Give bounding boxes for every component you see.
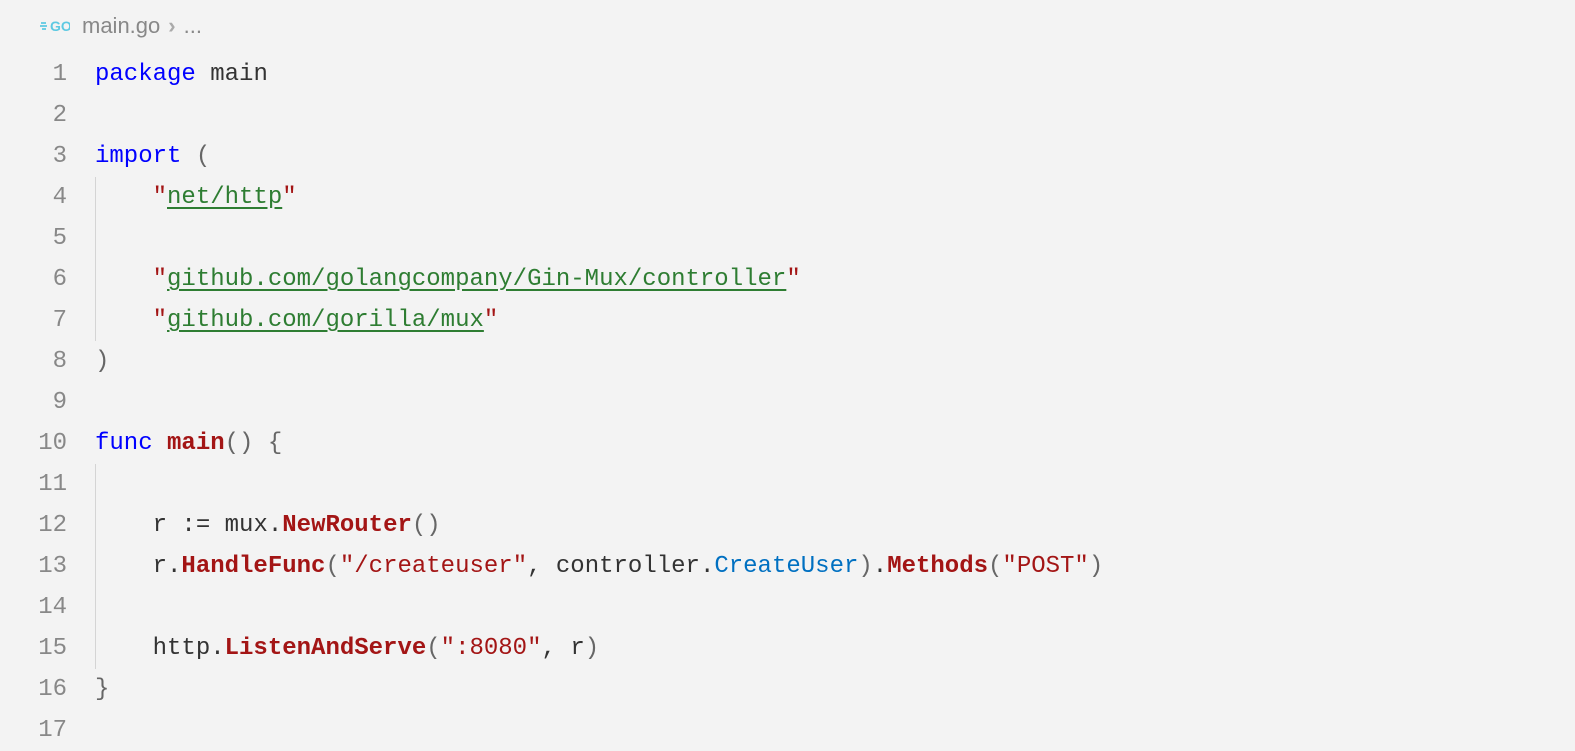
paren: () — [225, 430, 254, 457]
string-quote: " — [153, 184, 167, 211]
code-line[interactable]: r.HandleFunc("/createuser", controller.C… — [95, 546, 1575, 587]
line-number: 8 — [0, 341, 67, 382]
line-number: 14 — [0, 587, 67, 628]
code-line[interactable] — [95, 587, 1575, 628]
package-ref: controller — [556, 553, 700, 580]
code-editor[interactable]: 1234567891011121314151617 package main i… — [0, 54, 1575, 751]
code-line[interactable] — [95, 464, 1575, 505]
line-number: 4 — [0, 177, 67, 218]
code-line[interactable]: "github.com/gorilla/mux" — [95, 300, 1575, 341]
code-line[interactable]: http.ListenAndServe(":8080", r) — [95, 628, 1575, 669]
string-quote: " — [282, 184, 296, 211]
keyword: func — [95, 430, 153, 457]
brace: } — [95, 676, 109, 703]
line-number: 16 — [0, 669, 67, 710]
variable: r — [153, 553, 167, 580]
line-number: 3 — [0, 136, 67, 177]
variable: r — [153, 512, 167, 539]
code-line[interactable]: } — [95, 669, 1575, 710]
line-number-gutter: 1234567891011121314151617 — [0, 54, 95, 751]
code-line[interactable]: ) — [95, 341, 1575, 382]
code-line[interactable]: "github.com/golangcompany/Gin-Mux/contro… — [95, 259, 1575, 300]
string-literal: ":8080" — [441, 635, 542, 662]
svg-text:GO: GO — [50, 18, 70, 34]
paren: ( — [196, 143, 210, 170]
string-literal: "POST" — [1002, 553, 1088, 580]
variable: r — [570, 635, 584, 662]
function-name: main — [167, 430, 225, 457]
line-number: 9 — [0, 382, 67, 423]
code-line[interactable] — [95, 710, 1575, 751]
package-ref: mux — [225, 512, 268, 539]
line-number: 13 — [0, 546, 67, 587]
string-quote: " — [153, 307, 167, 334]
line-number: 10 — [0, 423, 67, 464]
breadcrumb-tail[interactable]: ... — [184, 5, 202, 46]
import-path-link[interactable]: github.com/golangcompany/Gin-Mux/control… — [167, 266, 786, 293]
code-line[interactable]: package main — [95, 54, 1575, 95]
code-line[interactable]: func main() { — [95, 423, 1575, 464]
code-line[interactable] — [95, 382, 1575, 423]
code-line[interactable] — [95, 95, 1575, 136]
keyword: package — [95, 61, 196, 88]
code-line[interactable]: "net/http" — [95, 177, 1575, 218]
line-number: 1 — [0, 54, 67, 95]
paren: ) — [95, 348, 109, 375]
function-call: ListenAndServe — [225, 635, 427, 662]
identifier: main — [210, 61, 268, 88]
line-number: 17 — [0, 710, 67, 751]
code-line[interactable]: import ( — [95, 136, 1575, 177]
package-ref: http — [153, 635, 211, 662]
line-number: 7 — [0, 300, 67, 341]
member: CreateUser — [714, 553, 858, 580]
string-quote: " — [786, 266, 800, 293]
import-path-link[interactable]: github.com/gorilla/mux — [167, 307, 484, 334]
import-path-link[interactable]: net/http — [167, 184, 282, 211]
string-literal: "/createuser" — [340, 553, 527, 580]
breadcrumb[interactable]: GO main.go › ... — [0, 0, 1575, 54]
breadcrumb-filename[interactable]: main.go — [82, 5, 160, 46]
string-quote: " — [484, 307, 498, 334]
line-number: 12 — [0, 505, 67, 546]
go-file-icon: GO — [38, 18, 70, 34]
function-call: NewRouter — [282, 512, 412, 539]
string-quote: " — [153, 266, 167, 293]
line-number: 15 — [0, 628, 67, 669]
brace: { — [268, 430, 282, 457]
line-number: 11 — [0, 464, 67, 505]
line-number: 2 — [0, 95, 67, 136]
line-number: 5 — [0, 218, 67, 259]
code-line[interactable] — [95, 218, 1575, 259]
function-call: Methods — [887, 553, 988, 580]
function-call: HandleFunc — [181, 553, 325, 580]
operator: := — [181, 512, 210, 539]
keyword: import — [95, 143, 181, 170]
chevron-right-icon: › — [168, 5, 175, 46]
line-number: 6 — [0, 259, 67, 300]
code-line[interactable]: r := mux.NewRouter() — [95, 505, 1575, 546]
code-area[interactable]: package main import ( "net/http" "github… — [95, 54, 1575, 751]
